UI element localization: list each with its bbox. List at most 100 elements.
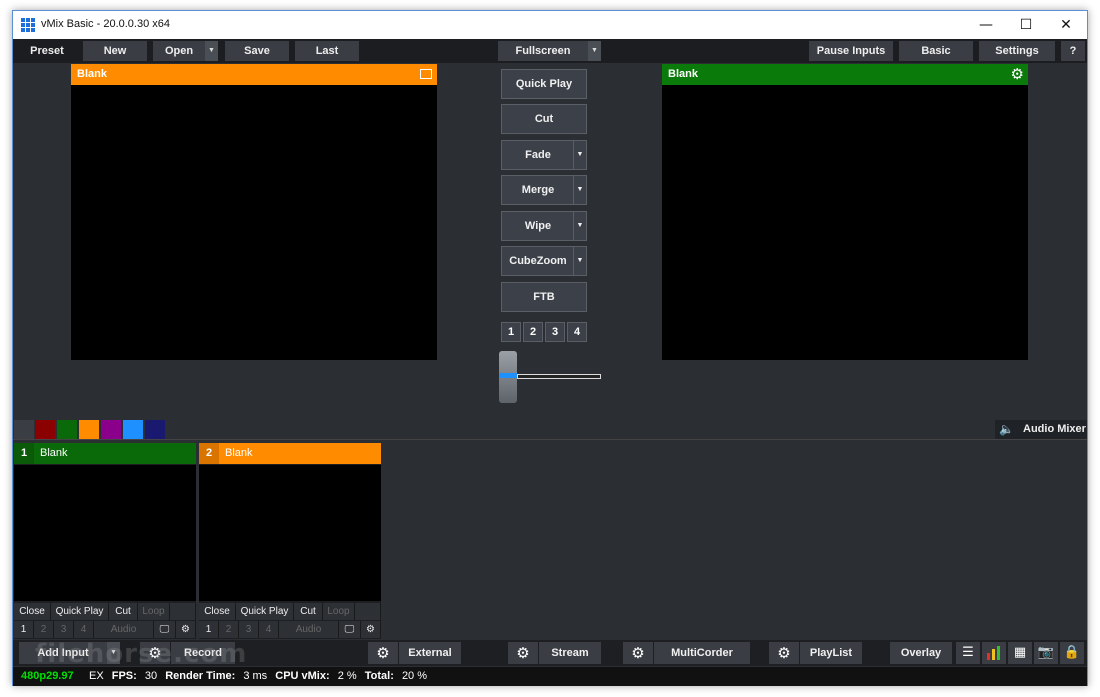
cpu-value: 2 % <box>337 670 357 682</box>
monitor-icon[interactable]: 🖵 <box>154 621 176 638</box>
multicorder-button[interactable]: MultiCorder <box>654 642 750 664</box>
quick-play-button[interactable]: Quick Play <box>501 69 587 99</box>
title-bar: vMix Basic - 20.0.0.30 x64 — ☐ ✕ <box>13 11 1087 39</box>
input-gear-icon[interactable]: ⚙ <box>176 621 196 638</box>
save-button[interactable]: Save <box>225 41 289 61</box>
stream-settings-gear-icon[interactable]: ⚙ <box>508 642 538 664</box>
render-time-label: Render Time: <box>165 670 236 682</box>
input-overlay-1-button[interactable]: 1 <box>199 621 219 638</box>
input-header[interactable]: 2 Blank <box>199 443 381 464</box>
input-overlay-4-button[interactable]: 4 <box>259 621 279 638</box>
input-name: Blank <box>225 447 253 459</box>
output-gear-icon[interactable]: ⚙ <box>1011 64 1024 85</box>
input-audio-button[interactable]: Audio <box>279 621 339 638</box>
playlist-settings-gear-icon[interactable]: ⚙ <box>769 642 799 664</box>
transition-1-button[interactable]: 1 <box>501 322 521 342</box>
transition-2-button[interactable]: 2 <box>523 322 543 342</box>
input-card-2: 2 Blank Close Quick Play Cut Loop 1 2 3 … <box>199 443 381 639</box>
overlay-button[interactable]: Overlay <box>890 642 952 664</box>
fade-dropdown-icon[interactable]: ▼ <box>573 141 586 169</box>
input-overlay-3-button[interactable]: 3 <box>54 621 74 638</box>
input-number: 1 <box>14 443 34 464</box>
input-preview-screen[interactable] <box>199 465 381 601</box>
multicorder-settings-gear-icon[interactable]: ⚙ <box>623 642 653 664</box>
input-close-button[interactable]: Close <box>199 603 236 620</box>
wipe-button[interactable]: Wipe ▼ <box>501 211 587 241</box>
output-screen[interactable] <box>662 85 1028 360</box>
input-overlay-3-button[interactable]: 3 <box>239 621 259 638</box>
input-loop-button[interactable]: Loop <box>323 603 355 620</box>
merge-dropdown-icon[interactable]: ▼ <box>573 176 586 204</box>
input-overlay-4-button[interactable]: 4 <box>74 621 94 638</box>
pause-inputs-button[interactable]: Pause Inputs <box>809 41 893 61</box>
total-value: 20 % <box>401 670 428 682</box>
status-metrics: EX FPS: 30 Render Time: 3 ms CPU vMix: 2… <box>89 667 432 686</box>
fade-button[interactable]: Fade ▼ <box>501 140 587 170</box>
fullscreen-button[interactable]: Fullscreen <box>498 41 588 61</box>
wipe-dropdown-icon[interactable]: ▼ <box>573 212 586 240</box>
last-button[interactable]: Last <box>295 41 359 61</box>
audio-levels-icon[interactable] <box>982 642 1006 664</box>
transition-3-button[interactable]: 3 <box>545 322 565 342</box>
settings-button[interactable]: Settings <box>979 41 1055 61</box>
input-gear-icon[interactable]: ⚙ <box>361 621 381 638</box>
top-toolbar: Preset New Open ▼ Save Last Fullscreen ▼… <box>13 39 1087 63</box>
playlist-button[interactable]: PlayList <box>800 642 862 664</box>
input-audio-button[interactable]: Audio <box>94 621 154 638</box>
new-button[interactable]: New <box>83 41 147 61</box>
cubezoom-button[interactable]: CubeZoom ▼ <box>501 246 587 276</box>
input-overlay-1-button[interactable]: 1 <box>14 621 34 638</box>
color-swatch[interactable] <box>35 420 55 439</box>
audio-mixer-button[interactable]: 🔈 Audio Mixer <box>995 420 1087 439</box>
input-overlay-2-button[interactable]: 2 <box>34 621 54 638</box>
cut-button[interactable]: Cut <box>501 104 587 134</box>
vmix-logo-icon <box>21 18 35 32</box>
input-preview-screen[interactable] <box>14 465 196 601</box>
open-dropdown-icon[interactable]: ▼ <box>205 41 218 61</box>
wipe-label: Wipe <box>524 220 552 232</box>
list-view-icon[interactable]: ☰ <box>956 642 980 664</box>
input-header[interactable]: 1 Blank <box>14 443 196 464</box>
close-button[interactable]: ✕ <box>1043 11 1089 39</box>
external-button[interactable]: External <box>399 642 461 664</box>
merge-button[interactable]: Merge ▼ <box>501 175 587 205</box>
stream-button[interactable]: Stream <box>539 642 601 664</box>
input-quick-play-button[interactable]: Quick Play <box>51 603 109 620</box>
external-settings-gear-icon[interactable]: ⚙ <box>368 642 398 664</box>
color-swatch[interactable] <box>123 420 143 439</box>
input-controls-row: Close Quick Play Cut Loop <box>199 603 381 620</box>
input-cut-button[interactable]: Cut <box>294 603 323 620</box>
basic-button[interactable]: Basic <box>899 41 973 61</box>
input-card-1: 1 Blank Close Quick Play Cut Loop 1 2 3 … <box>14 443 196 639</box>
input-overlay-2-button[interactable]: 2 <box>219 621 239 638</box>
input-cut-button[interactable]: Cut <box>109 603 138 620</box>
snapshot-camera-icon[interactable]: 📷 <box>1034 642 1058 664</box>
preview-screen[interactable] <box>71 85 437 360</box>
color-swatch[interactable] <box>101 420 121 439</box>
preview-fullscreen-icon[interactable] <box>420 69 432 79</box>
input-overlay-row: 1 2 3 4 Audio 🖵 ⚙ <box>14 621 196 638</box>
tbar-handle[interactable] <box>499 351 517 403</box>
color-swatch[interactable] <box>14 420 34 439</box>
input-controls-row: Close Quick Play Cut Loop <box>14 603 196 620</box>
input-loop-button[interactable]: Loop <box>138 603 170 620</box>
color-swatch[interactable] <box>145 420 165 439</box>
transition-4-button[interactable]: 4 <box>567 322 587 342</box>
fullscreen-dropdown-icon[interactable]: ▼ <box>588 41 601 61</box>
lock-icon[interactable]: 🔒 <box>1060 642 1084 664</box>
ex-label: EX <box>89 670 104 682</box>
input-quick-play-button[interactable]: Quick Play <box>236 603 294 620</box>
color-swatch[interactable] <box>57 420 77 439</box>
input-number: 2 <box>199 443 219 464</box>
color-swatch[interactable] <box>79 420 99 439</box>
cubezoom-dropdown-icon[interactable]: ▼ <box>573 247 586 275</box>
tbar-track[interactable] <box>517 374 601 379</box>
input-close-button[interactable]: Close <box>14 603 51 620</box>
open-button[interactable]: Open <box>153 41 205 61</box>
multiview-grid-icon[interactable]: ▦ <box>1008 642 1032 664</box>
preset-button[interactable]: Preset <box>21 41 73 61</box>
fps-value: 30 <box>144 670 158 682</box>
monitor-icon[interactable]: 🖵 <box>339 621 361 638</box>
help-button[interactable]: ? <box>1061 41 1085 61</box>
ftb-button[interactable]: FTB <box>501 282 587 312</box>
